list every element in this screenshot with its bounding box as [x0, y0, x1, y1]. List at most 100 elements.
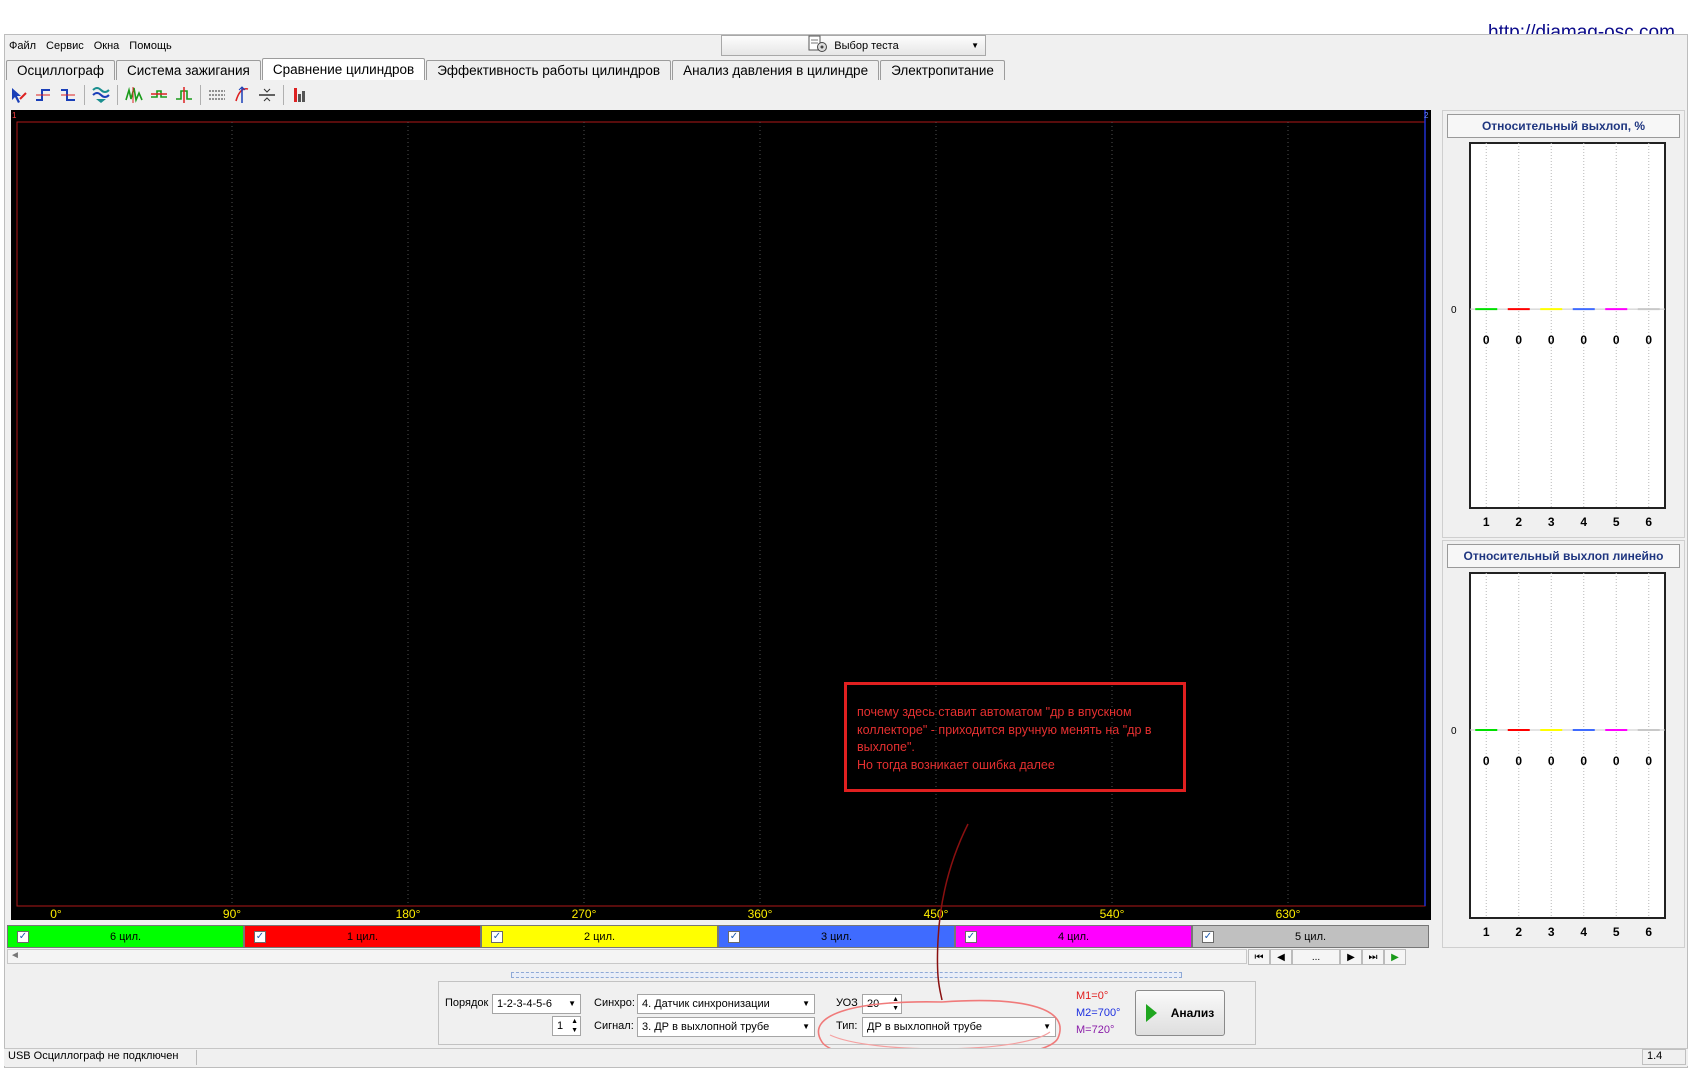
marker-1-flag: 1	[12, 111, 17, 120]
channel-2[interactable]: ✓ 1 цил.	[244, 925, 481, 948]
rising-edge-icon[interactable]	[32, 84, 54, 106]
sync-value: 4. Датчик синхронизации	[642, 998, 770, 1010]
scope-frame	[16, 121, 1426, 907]
zero-label: 0	[1451, 305, 1457, 316]
x-tick-label: 90°	[223, 907, 241, 920]
analyze-label: Анализ	[1170, 1006, 1215, 1020]
last-page-icon[interactable]: ⏭	[1362, 949, 1384, 965]
tab-cylinder-efficiency[interactable]: Эффективность работы цилиндров	[426, 60, 672, 80]
marker-green-icon[interactable]	[123, 84, 145, 106]
scope-display[interactable]: 1 2 0° 90° 180° 270° 360° 450° 540° 630°	[11, 110, 1431, 920]
channel-checkbox[interactable]: ✓	[1202, 931, 1214, 943]
channel-1[interactable]: ✓ 6 цил.	[7, 925, 244, 948]
channel-checkbox[interactable]: ✓	[254, 931, 266, 943]
chevron-down-icon: ▼	[568, 999, 576, 1008]
x-tick-label: 0°	[50, 907, 62, 920]
exhaust-percent-chart: 0 0 1 0 2 0 3 0 4 0 5 0 6	[1451, 142, 1666, 529]
bar-value: 0	[1548, 333, 1555, 347]
chart-plot-area	[1469, 572, 1666, 919]
channel-checkbox[interactable]: ✓	[17, 931, 29, 943]
chart-plot-area	[1469, 142, 1666, 509]
channel-6[interactable]: ✓ 5 цил.	[1192, 925, 1429, 948]
bar-value: 0	[1580, 754, 1587, 768]
tab-power-supply[interactable]: Электропитание	[880, 60, 1005, 80]
category-label: 6	[1645, 925, 1652, 939]
signal-value: 3. ДР в выхлопной трубе	[642, 1021, 770, 1033]
play-icon	[1145, 1004, 1157, 1022]
order-select[interactable]: 1-2-3-4-5-6 ▼	[492, 994, 581, 1014]
scroll-left-icon[interactable]: ◄	[10, 950, 20, 961]
tab-pressure-analysis[interactable]: Анализ давления в цилиндре	[672, 60, 880, 80]
x-tick-label: 270°	[572, 907, 597, 920]
menu-help[interactable]: Помощь	[128, 40, 173, 56]
app-window: http://diamag-osc.com Файл Сервис Окна П…	[0, 0, 1696, 1068]
category-label: 2	[1515, 515, 1522, 529]
marker-m: M=720°	[1076, 1024, 1115, 1036]
category-label: 5	[1613, 925, 1620, 939]
toolbar	[7, 83, 311, 107]
bar-value: 0	[1515, 333, 1522, 347]
falling-edge-icon[interactable]	[57, 84, 79, 106]
marker-split-icon[interactable]	[173, 84, 195, 106]
navigation-buttons: ⏮ ◀ ... ▶ ⏭ ▶	[1248, 949, 1406, 965]
marker-m1: M1=0°	[1076, 990, 1109, 1002]
category-label: 3	[1548, 925, 1555, 939]
start-value: 1	[557, 1020, 564, 1032]
channel-label: 5 цил.	[1294, 930, 1327, 943]
marker-red-icon[interactable]	[148, 84, 170, 106]
annotation-scribble	[817, 823, 1061, 1062]
next-page-icon[interactable]: ▶	[1340, 949, 1362, 965]
first-page-icon[interactable]: ⏮	[1248, 949, 1270, 965]
bar-value: 0	[1548, 754, 1555, 768]
grid-lines-icon[interactable]	[206, 84, 228, 106]
category-label: 1	[1483, 925, 1490, 939]
prev-page-icon[interactable]: ◀	[1270, 949, 1292, 965]
menu-file[interactable]: Файл	[8, 40, 37, 56]
zero-label: 0	[1451, 726, 1457, 737]
page-ellipsis[interactable]: ...	[1292, 949, 1340, 965]
channel-label: 1 цил.	[346, 930, 379, 943]
toolbar-separator	[283, 85, 284, 105]
tab-ignition[interactable]: Система зажигания	[116, 60, 261, 80]
menu-windows[interactable]: Окна	[93, 40, 121, 56]
analyze-button[interactable]: Анализ	[1135, 990, 1225, 1036]
marker-2-flag: 2	[1424, 111, 1429, 120]
x-tick-label: 180°	[396, 907, 421, 920]
menu-service[interactable]: Сервис	[45, 40, 85, 56]
start-cylinder-spinner[interactable]: 1 ▲ ▼	[552, 1016, 581, 1036]
x-tick-label: 360°	[748, 907, 773, 920]
toolbar-separator	[84, 85, 85, 105]
channel-label: 2 цил.	[583, 930, 616, 943]
scope-grid: 1 20° 90° 180° 270° 360° 450° 540° 630°	[12, 110, 1429, 920]
test-select-label: Выбор теста	[834, 39, 899, 52]
spinner-arrows-icon: ▲ ▼	[571, 1018, 578, 1034]
cursor-select-icon[interactable]	[7, 84, 29, 106]
waveform-stack-icon[interactable]	[90, 84, 112, 106]
signal-select[interactable]: 3. ДР в выхлопной трубе ▼	[637, 1017, 815, 1037]
toolbar-separator	[200, 85, 201, 105]
exhaust-percent-panel: Относительный выхлоп, % 0 0 1 0 2 0 3 0 4 0 5 0 6	[1442, 110, 1685, 538]
order-label: Порядок	[445, 997, 489, 1009]
channel-checkbox[interactable]: ✓	[491, 931, 503, 943]
scale-fit-icon[interactable]	[231, 84, 253, 106]
bar-value: 0	[1645, 754, 1652, 768]
channel-3[interactable]: ✓ 2 цил.	[481, 925, 718, 948]
report-chart-icon[interactable]	[289, 84, 311, 106]
play-icon[interactable]: ▶	[1384, 949, 1406, 965]
bar-value: 0	[1483, 333, 1490, 347]
marker-m2: M2=700°	[1076, 1007, 1121, 1019]
bar-value: 0	[1580, 333, 1587, 347]
category-label: 5	[1613, 515, 1620, 529]
test-select-dropdown[interactable]: Выбор теста ▼	[721, 35, 986, 56]
sync-select[interactable]: 4. Датчик синхронизации ▼	[637, 994, 815, 1014]
center-line-icon[interactable]	[256, 84, 278, 106]
annotation-box: почему здесь ставит автоматом "др в впус…	[844, 682, 1186, 792]
category-label: 1	[1483, 515, 1490, 529]
tab-cylinder-compare[interactable]: Сравнение цилиндров	[261, 58, 426, 80]
exhaust-linear-title: Относительный выхлоп линейно	[1447, 544, 1680, 568]
tab-oscilloscope[interactable]: Осциллограф	[6, 60, 115, 80]
exhaust-percent-title: Относительный выхлоп, %	[1447, 114, 1680, 138]
version-label: 1.4	[1642, 1049, 1686, 1065]
channel-checkbox[interactable]: ✓	[728, 931, 740, 943]
category-label: 3	[1548, 515, 1555, 529]
